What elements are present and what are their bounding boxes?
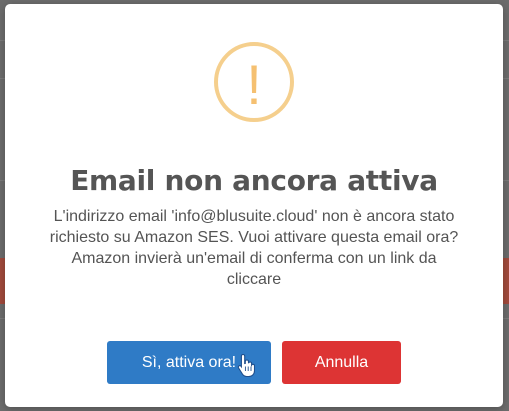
exclamation-glyph: ! bbox=[246, 53, 262, 116]
message-line: cliccare bbox=[226, 271, 282, 288]
dialog-message: L'indirizzo email 'info@blusuite.cloud' … bbox=[25, 206, 483, 290]
message-line: richiesto su Amazon SES. Vuoi attivare q… bbox=[49, 229, 459, 246]
cancel-button[interactable]: Annulla bbox=[282, 341, 401, 384]
message-line: Amazon invierà un'email di conferma con … bbox=[71, 250, 437, 267]
exclamation-icon: ! bbox=[214, 42, 294, 122]
alert-dialog: ! Email non ancora attiva L'indirizzo em… bbox=[5, 4, 503, 407]
background-red-bar bbox=[503, 258, 509, 304]
dialog-title: Email non ancora attiva bbox=[70, 164, 438, 197]
message-line: L'indirizzo email 'info@blusuite.cloud' … bbox=[53, 208, 455, 225]
hand-pointer-icon bbox=[237, 353, 255, 377]
